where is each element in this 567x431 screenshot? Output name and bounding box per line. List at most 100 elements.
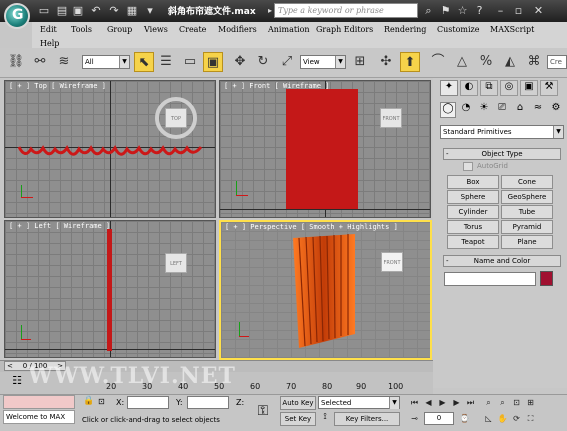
use-pivot-center-icon[interactable]: ⊞ — [350, 52, 370, 72]
menu-tools[interactable]: Tools — [71, 24, 92, 36]
maxscript-listener-top[interactable] — [3, 395, 75, 409]
search-icon[interactable]: ⌕ — [420, 2, 437, 19]
favorites-icon[interactable]: ☆ — [454, 2, 471, 19]
curtain-front-view[interactable] — [286, 89, 358, 209]
lights-icon[interactable]: ☀ — [476, 102, 492, 118]
quick-access-dropdown-icon[interactable]: ▾ — [142, 3, 158, 18]
viewcube-front[interactable]: FRONT — [380, 108, 402, 128]
geosphere-button[interactable]: GeoSphere — [501, 190, 553, 204]
create-tab-icon[interactable]: ✦ — [440, 80, 458, 96]
percent-snap-icon[interactable]: % — [476, 52, 496, 72]
geometry-icon[interactable]: ◯ — [440, 102, 456, 118]
helpers-icon[interactable]: ⌂ — [512, 102, 528, 118]
key-icon[interactable]: ⚿ — [250, 398, 276, 424]
viewcube-left[interactable]: LEFT — [165, 253, 187, 273]
select-and-manipulate-icon[interactable]: ✣ — [376, 52, 396, 72]
zoom-icon[interactable]: ⌕ — [482, 396, 495, 409]
previous-frame-icon[interactable]: ◀ — [422, 396, 435, 409]
object-name-field[interactable] — [444, 272, 536, 286]
next-frame-icon[interactable]: ▶ — [450, 396, 463, 409]
set-key-mode-icon[interactable]: ⟟ — [318, 412, 332, 426]
menu-edit[interactable]: Edit — [40, 24, 57, 36]
hierarchy-tab-icon[interactable]: ⧉ — [480, 80, 498, 96]
curtain-top-view[interactable] — [5, 81, 216, 218]
named-selection-input[interactable]: Cre — [547, 55, 567, 69]
sphere-button[interactable]: Sphere — [447, 190, 499, 204]
x-coordinate-field[interactable] — [127, 396, 169, 409]
teapot-button[interactable]: Teapot — [447, 235, 499, 249]
auto-key-button[interactable]: Auto Key — [280, 396, 316, 410]
space-warps-icon[interactable]: ≈ — [530, 102, 546, 118]
viewport-left[interactable]: [ + ] Left [ Wireframe ] LEFT — [4, 220, 216, 358]
menu-animation[interactable]: Animation — [268, 24, 310, 36]
maximize-viewport-icon[interactable]: ⛶ — [524, 412, 537, 425]
viewport-left-label[interactable]: [ + ] Left [ Wireframe ] — [9, 222, 110, 230]
angle-snap-icon[interactable]: △ — [452, 52, 472, 72]
go-to-end-icon[interactable]: ⏭ — [464, 396, 477, 409]
current-frame-field[interactable]: 0 — [424, 412, 454, 425]
hold-icon[interactable]: ▦ — [124, 3, 140, 18]
maxscript-listener[interactable]: Welcome to MAX — [3, 410, 75, 424]
selection-filter-dropdown[interactable]: All ▼ — [82, 55, 130, 69]
snaps-toggle-icon[interactable]: ⌒ — [428, 52, 448, 72]
menu-group[interactable]: Group — [107, 24, 132, 36]
object-color-swatch[interactable] — [540, 271, 553, 286]
menu-create[interactable]: Create — [179, 24, 206, 36]
orbit-icon[interactable]: ⟳ — [510, 412, 523, 425]
field-of-view-icon[interactable]: ◺ — [482, 412, 495, 425]
key-filters-button[interactable]: Key Filters... — [334, 412, 400, 426]
object-type-rollout[interactable]: - Object Type — [443, 148, 561, 160]
mini-curve-editor-icon[interactable]: ☷ — [6, 374, 28, 392]
viewcube-perspective[interactable]: FRONT — [381, 252, 403, 272]
new-file-icon[interactable]: ▭ — [36, 3, 52, 18]
isolate-icon[interactable]: ⊡ — [98, 397, 112, 409]
utilities-tab-icon[interactable]: ⚒ — [540, 80, 558, 96]
keyboard-shortcut-override-icon[interactable]: ⬆ — [400, 52, 420, 72]
select-and-move-icon[interactable]: ✥ — [230, 52, 250, 72]
set-key-button[interactable]: Set Key — [280, 412, 316, 426]
zoom-extents-all-icon[interactable]: ⊞ — [524, 396, 537, 409]
box-button[interactable]: Box — [447, 175, 499, 189]
reference-coordinate-dropdown[interactable]: View ▼ — [300, 55, 346, 69]
name-and-color-rollout[interactable]: - Name and Color — [443, 255, 561, 267]
rectangular-selection-icon[interactable]: ▭ — [180, 52, 200, 72]
select-and-scale-icon[interactable]: ⤢ — [277, 52, 297, 72]
viewport-perspective[interactable]: [ + ] Perspective [ Smooth + Highlights … — [219, 220, 432, 360]
close-icon[interactable]: ✕ — [530, 2, 547, 19]
app-logo-icon[interactable]: G — [4, 3, 30, 29]
pan-view-icon[interactable]: ✋ — [496, 412, 509, 425]
window-crossing-icon[interactable]: ▣ — [203, 52, 223, 72]
select-and-link-icon[interactable]: ⛓ — [6, 52, 26, 72]
motion-tab-icon[interactable]: ◎ — [500, 80, 518, 96]
systems-icon[interactable]: ⚙ — [548, 102, 564, 118]
plane-button[interactable]: Plane — [501, 235, 553, 249]
menu-customize[interactable]: Customize — [437, 24, 480, 36]
minimize-icon[interactable]: – — [492, 2, 509, 19]
go-to-start-icon[interactable]: ⏮ — [408, 396, 421, 409]
search-input[interactable]: Type a keyword or phrase — [274, 3, 418, 18]
viewport-top[interactable]: [ + ] Top [ Wireframe ] TOP — [4, 80, 216, 218]
communication-center-icon[interactable]: ⚑ — [437, 2, 454, 19]
spinner-snap-icon[interactable]: ◭ — [500, 52, 520, 72]
key-mode-toggle-icon[interactable]: ⊸ — [408, 412, 421, 425]
edit-named-selection-icon[interactable]: ⌘ — [524, 52, 544, 72]
save-icon[interactable]: ▣ — [70, 3, 86, 18]
key-set-dropdown[interactable]: Selected ▼ — [318, 396, 400, 409]
redo-icon[interactable]: ↷ — [106, 3, 122, 18]
tube-button[interactable]: Tube — [501, 205, 553, 219]
unlink-icon[interactable]: ⚯ — [30, 52, 50, 72]
torus-button[interactable]: Torus — [447, 220, 499, 234]
menu-views[interactable]: Views — [144, 24, 168, 36]
bind-space-warp-icon[interactable]: ≋ — [54, 52, 74, 72]
viewport-front[interactable]: [ + ] Front [ Wireframe ] FRONT — [219, 80, 431, 218]
shapes-icon[interactable]: ◔ — [458, 102, 474, 118]
open-file-icon[interactable]: ▤ — [54, 3, 70, 18]
display-tab-icon[interactable]: ▣ — [520, 80, 538, 96]
select-object-icon[interactable]: ⬉ — [134, 52, 154, 72]
zoom-all-icon[interactable]: ⌕ — [496, 396, 509, 409]
zoom-extents-icon[interactable]: ⊡ — [510, 396, 523, 409]
modify-tab-icon[interactable]: ◐ — [460, 80, 478, 96]
cameras-icon[interactable]: ⎚ — [494, 102, 510, 118]
maximize-icon[interactable]: ▫ — [510, 2, 527, 19]
undo-icon[interactable]: ↶ — [88, 3, 104, 18]
